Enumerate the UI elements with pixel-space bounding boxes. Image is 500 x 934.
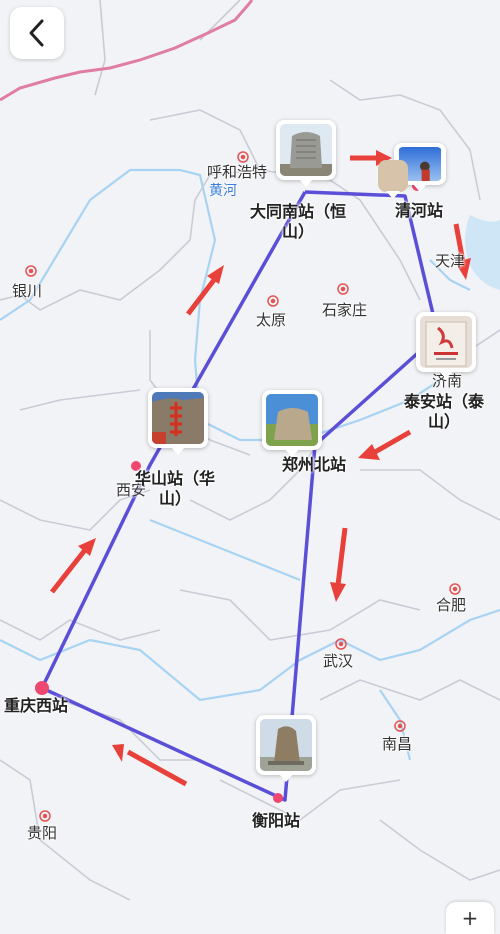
station-label-datong-line1: 大同南站（恒 (250, 202, 347, 221)
monument-photo-icon (280, 124, 332, 176)
station-label-huashan-line2: 山） (159, 489, 192, 508)
station-label-taian-line2: 山） (428, 412, 461, 431)
boulder-photo-icon (260, 719, 312, 771)
province-borders (0, 0, 500, 901)
bohai-sea (465, 215, 500, 290)
city-label-yinchuan: 银川 (12, 282, 43, 300)
city-label-hefei: 合肥 (436, 596, 467, 614)
rock-photo-icon (266, 394, 318, 446)
station-photo-zhengzhou[interactable] (262, 390, 322, 457)
station-label-datong[interactable]: 大同南站（恒 山） (250, 202, 346, 242)
inscription-photo-icon (152, 392, 204, 444)
station-label-taian[interactable]: 泰安站（泰 山） (404, 392, 484, 432)
river-label-huanghe: 黄河 (209, 183, 237, 199)
station-photo-hengyang[interactable] (256, 715, 316, 782)
city-label-nanchang: 南昌 (382, 735, 413, 753)
station-label-hengyang[interactable]: 衡阳站 (252, 811, 300, 831)
zoom-in-button[interactable]: + (446, 902, 494, 934)
station-photo-huashan[interactable] (148, 388, 208, 455)
station-label-taian-line1: 泰安站（泰 (404, 392, 485, 411)
city-label-wuhan: 武汉 (323, 652, 354, 670)
train-route (40, 190, 440, 802)
station-photo-taian[interactable] (416, 312, 476, 379)
city-label-tianjin: 天津 (435, 252, 466, 270)
stele-photo-icon (420, 316, 472, 368)
station-photo-qinghe-back (378, 160, 408, 199)
city-label-guiyang: 贵阳 (27, 824, 58, 842)
city-label-hohhot: 呼和浩特 (207, 163, 268, 181)
station-label-chongqing[interactable]: 重庆西站 (4, 696, 68, 716)
city-label-taiyuan: 太原 (256, 311, 287, 329)
city-label-shijiazhuang: 石家庄 (322, 301, 368, 319)
rivers (0, 168, 500, 761)
map-canvas[interactable] (0, 0, 500, 920)
station-photo-datong[interactable] (276, 120, 336, 187)
chevron-left-icon (29, 19, 44, 47)
back-button[interactable] (10, 7, 64, 59)
station-label-zhengzhou[interactable]: 郑州北站 (282, 455, 346, 475)
station-label-huashan-line1: 华山站（华 (135, 469, 216, 488)
station-label-huashan[interactable]: 华山站（华 山） (135, 469, 215, 509)
station-label-datong-line2: 山） (282, 222, 315, 241)
plus-icon: + (461, 906, 479, 930)
station-label-qinghe[interactable]: 清河站 (395, 201, 443, 221)
